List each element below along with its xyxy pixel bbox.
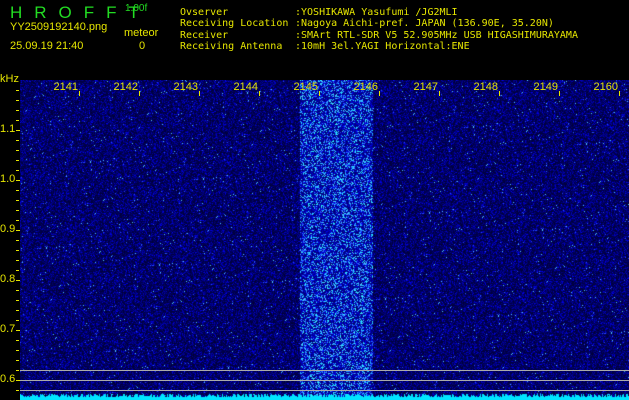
threshold-line: [20, 390, 629, 391]
x-tick: [619, 91, 620, 96]
x-tick: [259, 91, 260, 96]
info-value: :10mH 3el.YAGI Horizontal:ENE: [295, 41, 470, 52]
app-version: 1.00f: [125, 3, 148, 14]
info-label: Receiver: [180, 30, 229, 41]
info-value: :SMArt RTL-SDR V5 52.905MHz USB HIGASHIM…: [295, 30, 578, 41]
y-tick-label: 1.0: [0, 173, 16, 185]
x-tick: [79, 91, 80, 96]
x-tick-label: 2148: [473, 81, 498, 93]
y-tick: [16, 170, 19, 171]
y-tick: [16, 300, 19, 301]
info-label: Receiving Location: [180, 18, 289, 29]
meteor-label: meteor: [124, 27, 159, 39]
y-tick: [16, 370, 19, 371]
x-tick-label: 2145: [293, 81, 318, 93]
y-tick: [16, 280, 20, 281]
y-tick: [16, 290, 19, 291]
y-tick-label: 0.9: [0, 223, 16, 235]
x-tick-label: 2146: [353, 81, 378, 93]
info-value: :Nagoya Aichi-pref. JAPAN (136.90E, 35.2…: [295, 18, 554, 29]
y-tick: [16, 330, 20, 331]
file-name: YY2509192140.png: [10, 21, 108, 33]
y-tick: [16, 340, 19, 341]
y-tick: [16, 310, 19, 311]
y-tick-label: 0.6: [0, 373, 16, 385]
y-tick: [16, 100, 19, 101]
y-tick: [16, 200, 19, 201]
y-tick: [16, 360, 19, 361]
date-time: 25.09.19 21:40: [10, 40, 84, 52]
y-tick: [16, 140, 19, 141]
meteor-count: 0: [139, 40, 146, 52]
info-label: Ovserver: [180, 7, 229, 18]
y-tick: [16, 120, 19, 121]
x-tick: [499, 91, 500, 96]
x-tick: [199, 91, 200, 96]
y-tick: [16, 160, 19, 161]
y-tick: [16, 110, 19, 111]
x-tick-label: 2149: [533, 81, 558, 93]
y-tick: [16, 180, 20, 181]
y-tick: [16, 270, 19, 271]
y-tick: [16, 220, 19, 221]
x-tick-label: 2142: [113, 81, 138, 93]
y-tick: [16, 390, 19, 391]
x-tick: [439, 91, 440, 96]
y-tick-label: 0.7: [0, 323, 16, 335]
hroft-window: HROFFT 1.00f YY2509192140.png 25.09.19 2…: [0, 0, 629, 400]
unit-label: kHz: [0, 73, 19, 85]
info-value: :YOSHIKAWA Yasufumi /JG2MLI: [295, 7, 458, 18]
y-tick: [16, 150, 19, 151]
y-tick: [16, 350, 19, 351]
x-tick-label: 2147: [413, 81, 438, 93]
x-tick-label: 2160: [593, 81, 618, 93]
threshold-line: [20, 370, 629, 371]
x-tick-label: 2144: [233, 81, 258, 93]
y-tick: [16, 240, 19, 241]
y-tick: [16, 320, 19, 321]
x-tick: [379, 91, 380, 96]
y-tick: [16, 230, 20, 231]
y-tick: [16, 250, 19, 251]
y-tick: [16, 210, 19, 211]
x-tick-label: 2141: [53, 81, 78, 93]
threshold-line: [20, 380, 629, 381]
y-tick: [16, 190, 19, 191]
info-label: Receiving Antenna: [180, 41, 283, 52]
y-tick-label: 0.8: [0, 273, 16, 285]
x-tick: [139, 91, 140, 96]
x-tick-label: 2143: [173, 81, 198, 93]
x-tick: [559, 91, 560, 96]
y-tick: [16, 260, 19, 261]
x-tick: [319, 91, 320, 96]
y-tick: [16, 130, 20, 131]
y-tick: [16, 90, 19, 91]
spectrogram: [20, 80, 629, 400]
y-tick-label: 1.1: [0, 123, 16, 135]
